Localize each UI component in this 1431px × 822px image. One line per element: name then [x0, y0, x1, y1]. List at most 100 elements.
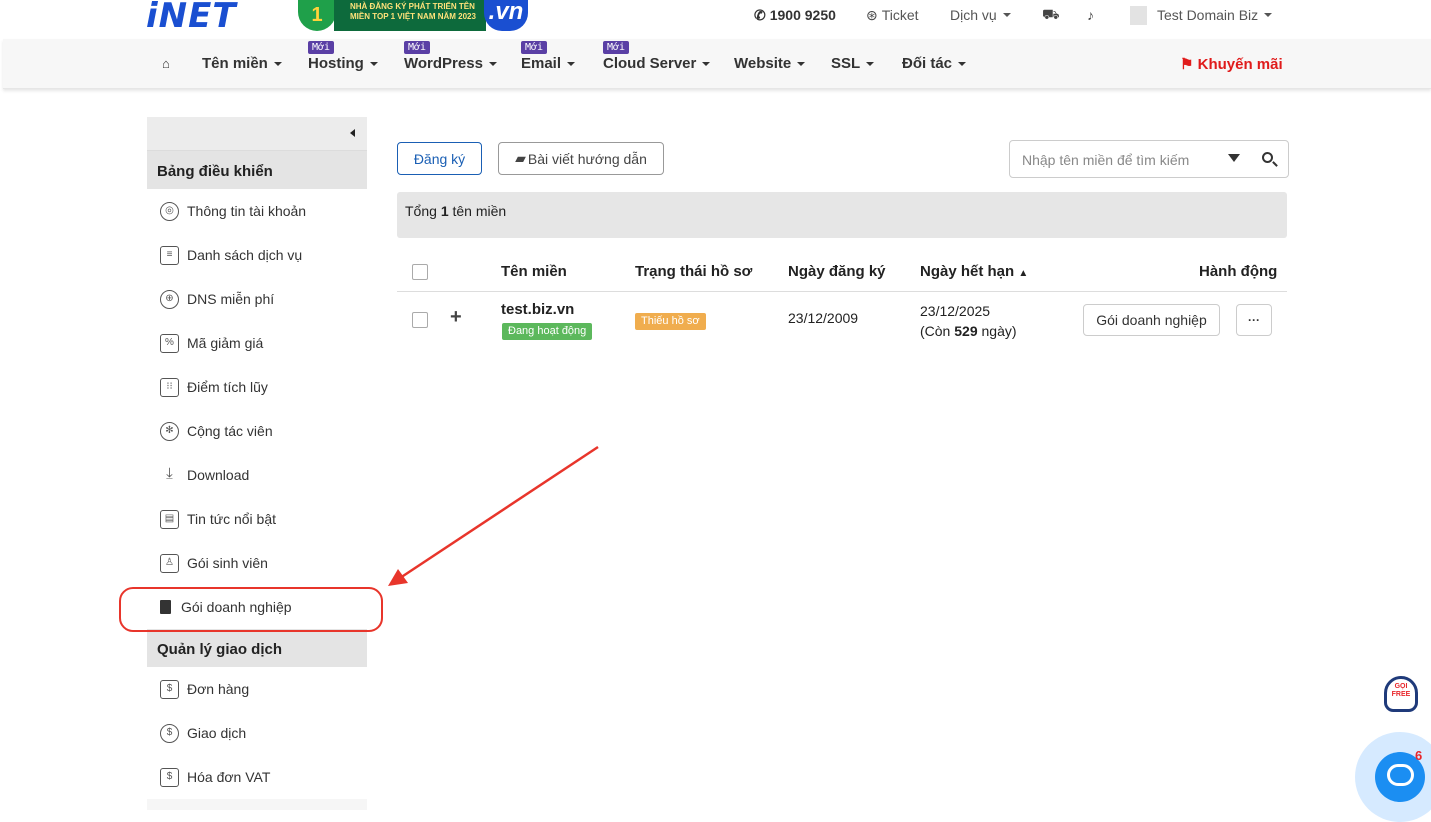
user-name: Test Domain Biz: [1157, 7, 1259, 23]
remaining-days: (Còn 529 ngày): [920, 321, 1017, 341]
nav-hosting[interactable]: Mới Hosting: [308, 41, 378, 72]
sidebar-item-affiliate[interactable]: ✻ Cộng tác viên: [147, 409, 367, 453]
remaining-suffix: ngày): [981, 323, 1017, 339]
award-banner[interactable]: 1 NHÀ ĐĂNG KÝ PHÁT TRIỂN TÊN MIỀN TOP 1 …: [298, 0, 530, 31]
sidebar-item-coupon[interactable]: % Mã giảm giá: [147, 321, 367, 365]
chevron-down-icon: [273, 62, 282, 67]
new-badge: Mới: [521, 41, 548, 54]
nav-email[interactable]: Mới Email: [521, 41, 576, 72]
bell-icon[interactable]: ♪: [1087, 0, 1094, 30]
chat-widget[interactable]: 6: [1355, 732, 1431, 822]
nav-label: Tên miền: [202, 55, 268, 72]
chevron-down-icon: [1264, 13, 1273, 17]
graduation-icon: ♙: [160, 553, 179, 573]
sidebar: Bảng điều khiển ◎ Thông tin tài khoản ≡ Da…: [147, 117, 367, 810]
col-profile-status[interactable]: Trạng thái hồ sơ: [635, 263, 752, 280]
more-actions-button[interactable]: ···: [1236, 304, 1272, 336]
sidebar-item-transactions[interactable]: $ Giao dịch: [147, 711, 367, 755]
free-call-line2: FREE: [1391, 691, 1411, 698]
total-count: 1: [440, 203, 449, 219]
status-badge: Đang hoạt động: [502, 323, 593, 340]
phone-number: 1900 9250: [769, 7, 836, 23]
caret-left-icon: [350, 129, 355, 137]
receipt-icon: $: [160, 679, 179, 699]
sidebar-item-services[interactable]: ≡ Danh sách dịch vụ: [147, 233, 367, 277]
sidebar-item-label: Thông tin tài khoản: [187, 203, 307, 219]
search-input[interactable]: Nhập tên miền để tìm kiếm: [1022, 152, 1189, 168]
domain-search[interactable]: Nhập tên miền để tìm kiếm: [1009, 140, 1289, 178]
megaphone-icon: ⚑: [1180, 56, 1194, 73]
top-bar: iNET 1 NHÀ ĐĂNG KÝ PHÁT TRIỂN TÊN MIỀN T…: [0, 0, 1431, 39]
award-line2: MIỀN TOP 1 VIỆT NAM NĂM 2023: [350, 12, 476, 21]
col-registered[interactable]: Ngày đăng ký: [788, 263, 886, 280]
divider: [397, 291, 1287, 292]
nav-label: WordPress: [404, 55, 483, 72]
sidebar-item-label: Giao dịch: [187, 725, 247, 741]
chevron-down-icon: [369, 62, 378, 67]
nav-label: Cloud Server: [603, 55, 697, 72]
sidebar-item-label: Gói sinh viên: [187, 555, 268, 571]
hotline[interactable]: ✆ 1900 9250: [754, 0, 836, 30]
row-checkbox[interactable]: [412, 312, 428, 328]
sidebar-collapse-button[interactable]: [147, 117, 367, 151]
new-badge: Mới: [603, 41, 630, 54]
sidebar-item-account[interactable]: ◎ Thông tin tài khoản: [147, 189, 367, 233]
sidebar-item-label: Tin tức nổi bật: [187, 511, 277, 527]
sidebar-item-label: Download: [187, 467, 250, 483]
services-label: Dịch vụ: [950, 7, 997, 23]
sort-up-icon: ▲: [1018, 268, 1029, 279]
col-expires[interactable]: Ngày hết hạn ▲: [920, 263, 1028, 280]
sidebar-section-transactions: Quản lý giao dịch: [147, 629, 367, 667]
business-package-button[interactable]: Gói doanh nghiệp: [1083, 304, 1220, 336]
sidebar-item-download[interactable]: ⤓ Download: [147, 453, 367, 497]
cart-icon[interactable]: ⛟: [1042, 0, 1060, 30]
newspaper-icon: ▤: [160, 509, 179, 529]
main-nav: ⌂ Tên miền Mới Hosting Mới WordPress Mới Em…: [3, 39, 1431, 89]
chevron-down-icon: [797, 62, 806, 67]
col-expires-label: Ngày hết hạn: [920, 263, 1015, 280]
chat-unread-count: 6: [1415, 748, 1423, 763]
domain-name[interactable]: test.biz.vn: [501, 301, 574, 318]
sidebar-item-dns[interactable]: ⊕ DNS miễn phí: [147, 277, 367, 321]
guide-button[interactable]: ▰ Bài viết hướng dẫn: [498, 142, 664, 175]
nav-ssl[interactable]: SSL: [831, 55, 875, 72]
nav-wordpress[interactable]: Mới WordPress: [404, 41, 497, 72]
sidebar-item-student[interactable]: ♙ Gói sinh viên: [147, 541, 367, 585]
nav-label: Đối tác: [902, 55, 953, 72]
ticket-link[interactable]: ⊛ Ticket: [866, 0, 919, 30]
promo-link[interactable]: ⚑ Khuyến mãi: [1180, 55, 1283, 73]
nav-website[interactable]: Website: [734, 55, 806, 72]
nav-label: SSL: [831, 55, 861, 72]
register-button[interactable]: Đăng ký: [397, 142, 482, 175]
profile-badge[interactable]: Thiếu hồ sơ: [635, 313, 706, 330]
remaining-prefix: (Còn: [920, 323, 951, 339]
expiry-date: 23/12/2025: [920, 303, 991, 319]
search-icon[interactable]: [1262, 152, 1273, 163]
sidebar-item-vat-invoice[interactable]: $ Hóa đơn VAT: [147, 755, 367, 799]
vn-text: vn: [495, 0, 524, 25]
user-menu[interactable]: Test Domain Biz: [1130, 0, 1273, 30]
select-all-checkbox[interactable]: [412, 264, 428, 280]
sidebar-item-label: Danh sách dịch vụ: [187, 247, 303, 263]
chevron-down-icon: [488, 62, 497, 67]
expand-plus-icon[interactable]: +: [450, 306, 462, 329]
sidebar-item-points[interactable]: ⁝⁝ Điểm tích lũy: [147, 365, 367, 409]
free-call-widget[interactable]: GỌI FREE: [1380, 676, 1422, 722]
filter-icon[interactable]: [1228, 154, 1240, 162]
medal-icon: 1: [298, 0, 336, 31]
avatar: [1130, 5, 1147, 25]
sidebar-item-news[interactable]: ▤ Tin tức nổi bật: [147, 497, 367, 541]
nav-partner[interactable]: Đối tác: [902, 55, 967, 72]
coupon-icon: %: [160, 333, 179, 353]
dollar-icon: $: [160, 723, 179, 743]
invoice-icon: $: [160, 767, 179, 787]
sidebar-item-orders[interactable]: $ Đơn hàng: [147, 667, 367, 711]
home-icon[interactable]: ⌂: [162, 56, 170, 71]
col-domain[interactable]: Tên miền: [501, 263, 567, 280]
nav-label: Email: [521, 55, 562, 72]
services-menu[interactable]: Dịch vụ: [950, 0, 1011, 30]
nav-domain[interactable]: Tên miền: [202, 55, 282, 72]
col-actions: Hành động: [1199, 263, 1278, 280]
inet-logo[interactable]: iNET: [146, 0, 237, 36]
nav-cloud-server[interactable]: Mới Cloud Server: [603, 41, 711, 72]
